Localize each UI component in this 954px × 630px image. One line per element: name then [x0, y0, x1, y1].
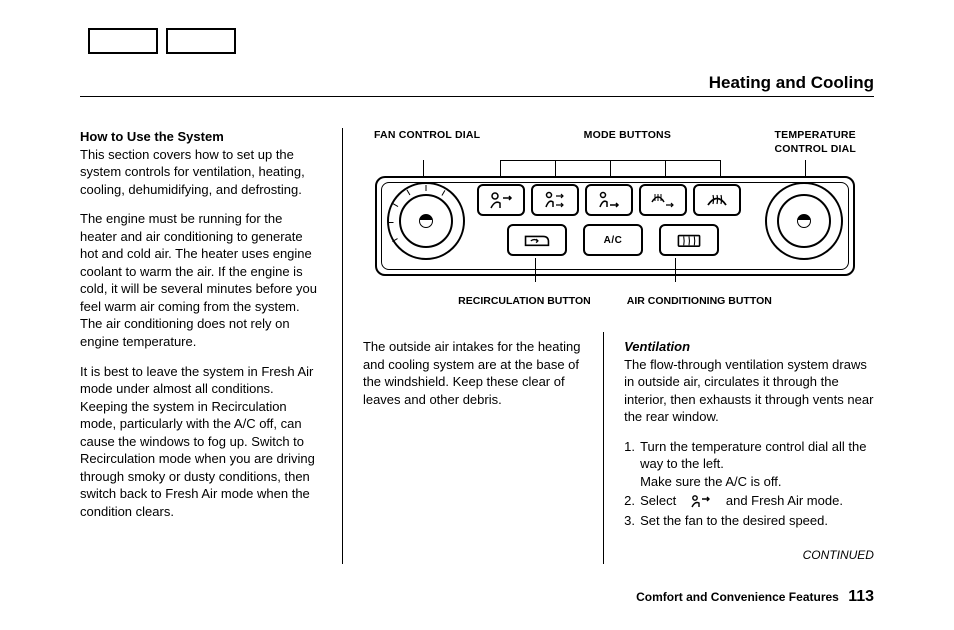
page-title: Heating and Cooling: [709, 72, 874, 95]
column-1: How to Use the System This section cover…: [80, 128, 340, 564]
col3-p1: The flow-through ventilation system draw…: [624, 356, 874, 426]
col1-p3: It is best to leave the system in Fresh …: [80, 363, 322, 521]
nav-button-left[interactable]: [88, 28, 158, 54]
step-2: Select and Fresh Air mode.: [624, 492, 874, 510]
step-1: Turn the temperature control dial all th…: [624, 438, 874, 491]
title-rule: [80, 96, 874, 97]
step-3: Set the fan to the desired speed.: [624, 512, 874, 530]
col1-p1: This section covers how to set up the sy…: [80, 146, 322, 199]
content-columns: How to Use the System This section cover…: [80, 128, 874, 564]
col1-p2b: The air conditioning does not rely on en…: [80, 315, 322, 350]
column-2: The outside air intakes for the heating …: [345, 128, 601, 564]
ventilation-steps: Turn the temperature control dial all th…: [624, 438, 874, 530]
col2-p1: The outside air intakes for the heating …: [363, 338, 585, 408]
person-face-icon: [689, 494, 713, 508]
col1-p2a: The engine must be running for the heate…: [80, 210, 322, 315]
column-3: Ventilation The flow-through ventilation…: [606, 128, 874, 564]
nav-button-group: [88, 28, 236, 54]
column-divider-2: [603, 332, 604, 564]
footer-section: Comfort and Convenience Features: [636, 590, 839, 604]
page-footer: Comfort and Convenience Features 113: [636, 586, 874, 608]
footer-page-number: 113: [848, 588, 874, 605]
nav-button-right[interactable]: [166, 28, 236, 54]
column-divider-1: [342, 128, 343, 564]
col1-heading: How to Use the System: [80, 129, 224, 144]
continued-label: CONTINUED: [624, 547, 874, 563]
col3-heading: Ventilation: [624, 339, 690, 354]
